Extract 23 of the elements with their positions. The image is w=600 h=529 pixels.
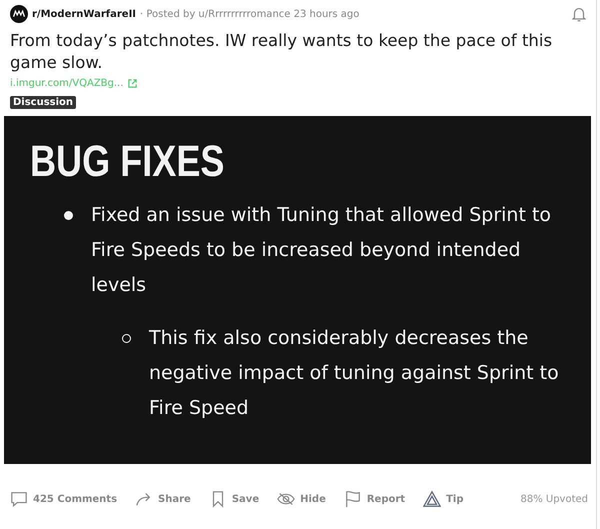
bullet-text: Fixed an issue with Tuning that allowed Sprint to Fire Speeds to be increased beyond intended levels [91, 203, 552, 298]
report-button[interactable]: Report [344, 486, 412, 512]
bell-icon[interactable] [570, 5, 588, 23]
flair-tag: Discussion [10, 96, 76, 109]
subreddit-logo-icon[interactable] [10, 5, 28, 23]
hide-button[interactable]: Hide [277, 486, 332, 512]
bullet-dot-icon [64, 211, 73, 220]
external-link-icon[interactable] [127, 78, 138, 89]
bullet-text: This fix also considerably decreases the negative impact of tuning against Sprint to Fire Speed [149, 326, 560, 421]
post-title: From today’s patchnotes. IW really wants to keep the pace of this game slow. [10, 30, 554, 74]
save-button[interactable]: Save [208, 486, 266, 512]
flag-icon [344, 490, 362, 508]
share-button[interactable]: Share [135, 486, 197, 512]
tip-button[interactable]: Tip [423, 486, 470, 512]
subreddit-link[interactable]: r/ModernWarfareII [32, 8, 136, 20]
bullet-circle-icon [122, 334, 131, 343]
image-heading: BUG FIXES [30, 136, 224, 188]
upvote-ratio: 88% Upvoted [520, 494, 588, 504]
triangle-icon [423, 490, 442, 508]
external-link[interactable]: i.imgur.com/VQAZBg... [10, 78, 124, 89]
post-meta: · Posted by u/Rrrrrrrrrromance 23 hours ago [140, 8, 360, 20]
comments-button[interactable]: 425 Comments [10, 486, 124, 512]
comment-icon [10, 490, 28, 508]
